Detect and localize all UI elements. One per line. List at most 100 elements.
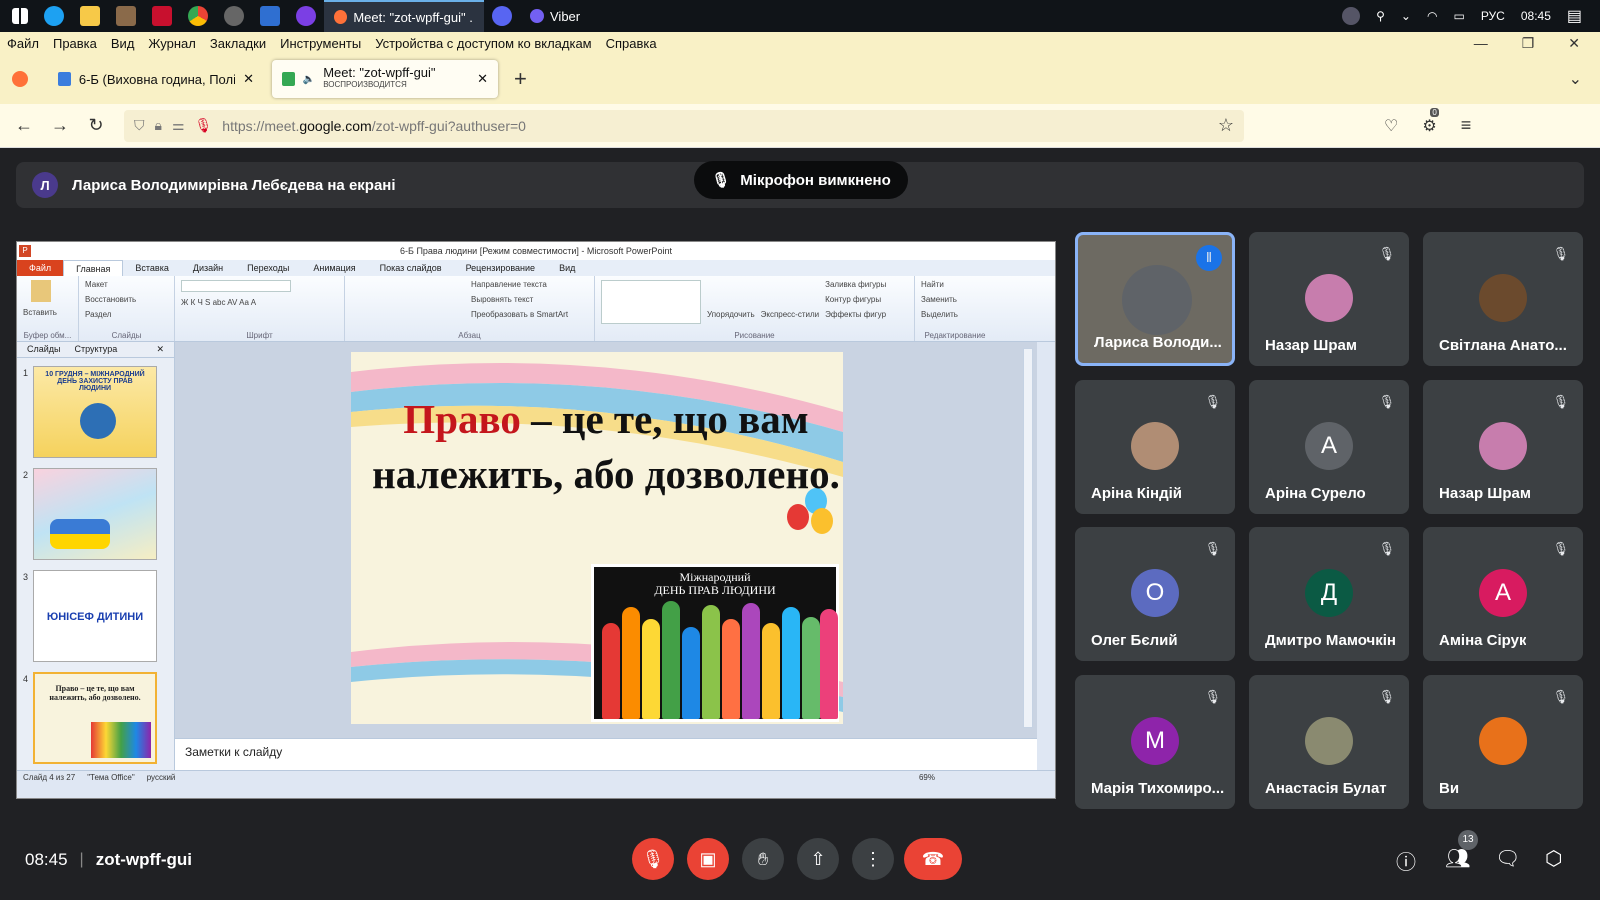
layout-button[interactable]: Макет xyxy=(85,280,168,289)
ppt-tab-animation[interactable]: Анимация xyxy=(301,263,367,273)
notifications-icon[interactable]: ▤ xyxy=(1567,6,1582,26)
quick-styles-button[interactable]: Экспресс-стили xyxy=(761,280,820,337)
font-select[interactable] xyxy=(181,280,291,292)
participant-tile[interactable]: 🎙︎ Світлана Анато... xyxy=(1423,232,1583,366)
ppt-tab-view[interactable]: Вид xyxy=(547,263,587,273)
app-icon[interactable] xyxy=(260,6,280,26)
participant-tile[interactable]: А 🎙︎ Аріна Сурело xyxy=(1249,380,1409,514)
wifi-icon[interactable]: ◠ xyxy=(1427,9,1437,23)
app-icon[interactable] xyxy=(224,6,244,26)
menu-bookmarks[interactable]: Закладки xyxy=(203,36,273,51)
slide-thumbnail-3[interactable]: ЮНІСЕФ ДИТИНИ xyxy=(33,570,157,662)
shape-effects-button[interactable]: Эффекты фигур xyxy=(825,310,886,319)
menu-file[interactable]: Файл xyxy=(0,36,46,51)
current-slide[interactable]: Право – це те, що вам належить, або дозв… xyxy=(351,352,843,724)
toggle-mic-button[interactable]: 🎙︎ xyxy=(632,838,674,880)
tab-meet[interactable]: 🔈 Meet: "zot-wpff-gui" ВОСПРОИЗВОДИТСЯ ✕ xyxy=(272,60,498,98)
participant-tile[interactable]: 🎙︎ Назар Шрам xyxy=(1249,232,1409,366)
windows-start-icon[interactable] xyxy=(12,8,28,24)
chevron-up-icon[interactable]: ⌄ xyxy=(1401,9,1411,23)
slide-thumbnail-4[interactable]: Право – це те, що вам належить, або дозв… xyxy=(33,672,157,764)
pocket-icon[interactable]: ♡ xyxy=(1384,116,1398,136)
people-icon[interactable]: ⚲ xyxy=(1376,9,1385,23)
ppt-tab-review[interactable]: Рецензирование xyxy=(454,263,548,273)
language-indicator[interactable]: РУС xyxy=(1481,9,1505,23)
new-tab-icon[interactable]: + xyxy=(514,66,527,92)
acrobat-icon[interactable] xyxy=(152,6,172,26)
menu-view[interactable]: Вид xyxy=(104,36,142,51)
section-button[interactable]: Раздел xyxy=(85,310,168,319)
more-options-button[interactable]: ⋮ xyxy=(852,838,894,880)
globe-icon[interactable] xyxy=(1342,7,1361,25)
menu-synced-tabs[interactable]: Устройства с доступом ко вкладкам xyxy=(368,36,598,51)
present-button[interactable]: ⇧ xyxy=(797,838,839,880)
chat-icon[interactable]: 🗨︎ xyxy=(1495,846,1520,871)
extensions-icon[interactable]: ⚙ 0 xyxy=(1422,107,1439,136)
microphone-icon[interactable]: 🎙︎ xyxy=(195,117,213,134)
clock[interactable]: 08:45 xyxy=(1521,9,1551,23)
pane-tab-slides[interactable]: Слайды xyxy=(27,344,61,355)
shield-icon[interactable]: ⛉ xyxy=(134,117,145,134)
taskbar-firefox-tab[interactable]: Meet: "zot-wpff-gui" ... xyxy=(324,0,484,32)
find-button[interactable]: Найти xyxy=(921,280,989,289)
close-icon[interactable]: ✕ xyxy=(1568,35,1580,52)
battery-icon[interactable]: ▭ xyxy=(1453,9,1464,23)
participant-tile[interactable]: А 🎙︎ Аміна Сірук xyxy=(1423,527,1583,661)
shape-fill-button[interactable]: Заливка фигуры xyxy=(825,280,886,289)
menu-edit[interactable]: Правка xyxy=(46,36,104,51)
close-tab-icon[interactable]: ✕ xyxy=(477,71,488,87)
firefox-view-icon[interactable] xyxy=(12,71,28,87)
reset-button[interactable]: Восстановить xyxy=(85,295,168,304)
participant-tile[interactable]: М 🎙︎ Марія Тихомиро... xyxy=(1075,675,1235,809)
url-bar[interactable]: ⛉ 🔒︎ ⚌ 🎙︎ https://meet.google.com/zot-wp… xyxy=(124,109,1244,142)
ppt-tab-insert[interactable]: Вставка xyxy=(123,263,180,273)
list-tabs-icon[interactable]: ⌄ xyxy=(1569,69,1582,89)
paste-icon[interactable] xyxy=(31,280,51,302)
taskbar-viber-tab[interactable]: Viber xyxy=(520,0,590,32)
participant-tile[interactable]: ⦀ Лариса Володи... xyxy=(1075,232,1235,366)
app-icon[interactable] xyxy=(116,6,136,26)
notes-pane[interactable]: Заметки к слайду xyxy=(175,738,1037,770)
toggle-camera-button[interactable]: ▣ xyxy=(687,838,729,880)
speaker-icon[interactable]: 🔈 xyxy=(303,74,315,85)
discord-icon[interactable] xyxy=(492,6,512,26)
participant-tile[interactable]: 🎙︎ Ви xyxy=(1423,675,1583,809)
shapes-gallery[interactable] xyxy=(601,280,701,324)
replace-button[interactable]: Заменить xyxy=(921,295,989,304)
tab-classroom[interactable]: 6-Б (Виховна година, Поліщук ✕ xyxy=(48,60,264,98)
reload-icon[interactable]: ↻ xyxy=(78,115,114,136)
close-tab-icon[interactable]: ✕ xyxy=(243,71,254,87)
align-text-button[interactable]: Выровнять текст xyxy=(471,295,588,304)
smartart-button[interactable]: Преобразовать в SmartArt xyxy=(471,310,588,319)
permissions-icon[interactable]: ⚌ xyxy=(172,117,185,134)
paste-button[interactable]: Вставить xyxy=(23,308,72,317)
forward-icon[interactable]: → xyxy=(42,115,78,136)
explorer-icon[interactable] xyxy=(80,6,100,26)
ppt-tab-slideshow[interactable]: Показ слайдов xyxy=(368,263,454,273)
lock-icon[interactable]: 🔒︎ xyxy=(155,117,162,134)
shape-outline-button[interactable]: Контур фигуры xyxy=(825,295,886,304)
restore-icon[interactable]: ❐ xyxy=(1522,35,1535,52)
text-direction-button[interactable]: Направление текста xyxy=(471,280,588,289)
minimize-icon[interactable]: — xyxy=(1474,35,1488,52)
arrange-button[interactable]: Упорядочить xyxy=(707,280,755,337)
ppt-tab-file[interactable]: Файл xyxy=(17,260,64,276)
pane-tab-outline[interactable]: Структура xyxy=(75,344,118,355)
info-icon[interactable]: ⓘ xyxy=(1396,846,1416,875)
menu-icon[interactable]: ≡ xyxy=(1461,115,1472,136)
back-icon[interactable]: ← xyxy=(6,115,42,136)
participant-tile[interactable]: 🎙︎ Анастасія Булат xyxy=(1249,675,1409,809)
participant-tile[interactable]: О 🎙︎ Олег Бєлий xyxy=(1075,527,1235,661)
raise-hand-button[interactable]: ✋︎ xyxy=(742,838,784,880)
slide-thumbnail-1[interactable]: 10 ГРУДНЯ – МІЖНАРОДНИЙ ДЕНЬ ЗАХИСТУ ПРА… xyxy=(33,366,157,458)
edge-icon[interactable] xyxy=(44,6,64,26)
menu-history[interactable]: Журнал xyxy=(141,36,202,51)
slide-thumbnail-2[interactable] xyxy=(33,468,157,560)
activities-icon[interactable]: ⬡ xyxy=(1545,846,1562,871)
menu-tools[interactable]: Инструменты xyxy=(273,36,368,51)
app-icon[interactable] xyxy=(296,6,316,26)
participant-tile[interactable]: 🎙︎ Назар Шрам xyxy=(1423,380,1583,514)
ppt-tab-transitions[interactable]: Переходы xyxy=(235,263,301,273)
zoom-level[interactable]: 69% xyxy=(919,773,935,782)
font-format-icons[interactable]: Ж К Ч S abc AV Aa A xyxy=(181,298,338,307)
